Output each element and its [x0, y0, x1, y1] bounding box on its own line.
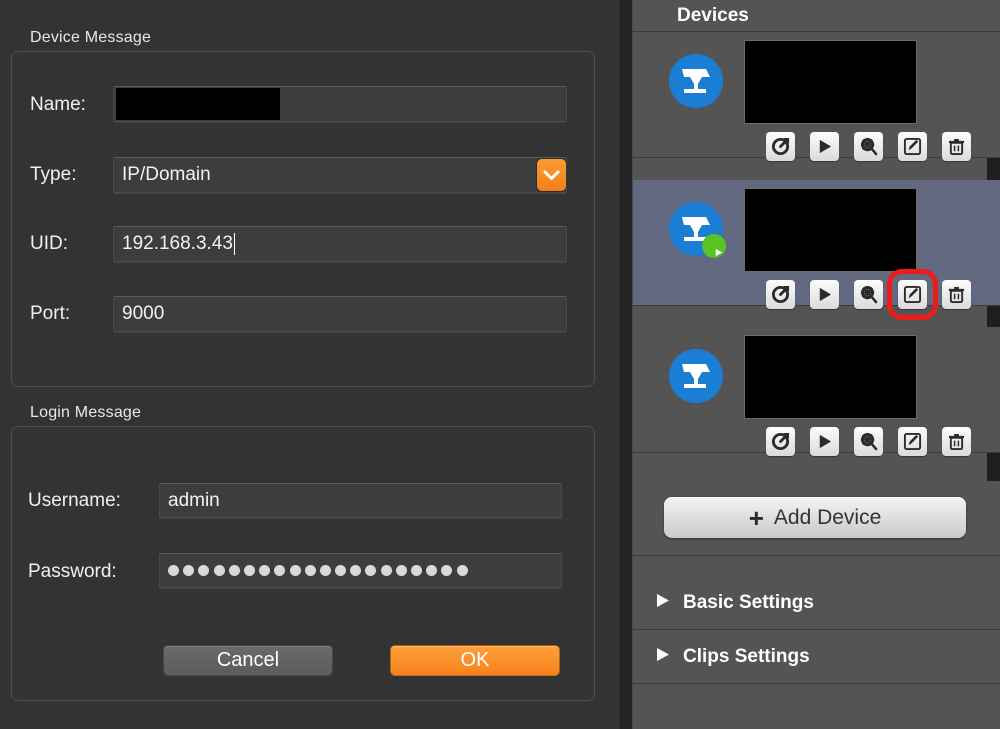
device-list-item[interactable] [633, 180, 1000, 320]
password-mask [168, 565, 468, 576]
camera-icon [669, 54, 723, 108]
port-label: Port: [30, 303, 71, 324]
plus-icon: + [748, 502, 764, 533]
device-action-bar [766, 132, 971, 161]
clips-settings-label: Clips Settings [683, 645, 810, 667]
add-device-button[interactable]: + Add Device [664, 497, 966, 538]
uid-input[interactable]: 192.168.3.43 [113, 226, 567, 262]
refresh-icon[interactable] [766, 280, 795, 309]
port-input[interactable]: 9000 [113, 296, 567, 332]
device-list-item[interactable] [633, 327, 1000, 456]
streaming-play-badge [702, 234, 726, 258]
cancel-button[interactable]: Cancel [163, 645, 333, 676]
device-name-redaction [744, 40, 917, 124]
ok-button[interactable]: OK [390, 645, 560, 676]
play-icon[interactable] [810, 132, 839, 161]
sidebar-item-basic-settings[interactable]: Basic Settings [633, 576, 1000, 630]
login-message-group-title: Login Message [30, 404, 142, 421]
edit-icon[interactable] [898, 132, 927, 161]
basic-settings-label: Basic Settings [683, 591, 814, 613]
settings-icon[interactable] [854, 280, 883, 309]
camera-icon [669, 349, 723, 403]
panel-title: Devices [677, 4, 749, 26]
type-label: Type: [30, 164, 77, 185]
edit-icon[interactable] [898, 427, 927, 456]
trash-icon[interactable] [942, 132, 971, 161]
password-label: Password: [28, 561, 117, 582]
device-name-redaction [744, 188, 917, 272]
trash-icon[interactable] [942, 427, 971, 456]
name-label: Name: [30, 94, 86, 115]
add-device-label: Add Device [773, 505, 882, 529]
edit-icon[interactable] [887, 269, 938, 320]
port-input-value: 9000 [122, 303, 165, 324]
text-caret [233, 233, 235, 255]
type-select-value: IP/Domain [122, 164, 211, 185]
username-input[interactable]: admin [159, 483, 562, 518]
play-icon[interactable] [810, 427, 839, 456]
play-icon[interactable] [810, 280, 839, 309]
device-action-bar [766, 427, 971, 456]
refresh-icon[interactable] [766, 132, 795, 161]
sidebar-item-clips-settings[interactable]: Clips Settings [633, 630, 1000, 684]
triangle-right-icon [656, 647, 670, 667]
triangle-right-icon [656, 593, 670, 613]
type-select[interactable]: IP/Domain [113, 157, 567, 193]
panel-divider [620, 0, 633, 729]
devices-panel: Devices + Add Device Basic Settings Clip… [633, 0, 1000, 729]
settings-icon[interactable] [854, 427, 883, 456]
name-redaction [116, 88, 280, 120]
device-settings-dialog: Device Message Name: Type: IP/Domain UID… [0, 0, 620, 729]
device-list-item[interactable] [633, 32, 1000, 161]
chevron-down-icon[interactable] [537, 159, 566, 191]
settings-icon[interactable] [854, 132, 883, 161]
username-input-value: admin [168, 489, 220, 511]
trash-icon[interactable] [942, 280, 971, 309]
camera-icon [669, 202, 726, 258]
device-action-bar [766, 269, 971, 320]
device-name-redaction [744, 335, 917, 419]
app-window: Device Message Name: Type: IP/Domain UID… [0, 0, 1000, 729]
device-message-group-title: Device Message [30, 29, 152, 46]
password-input[interactable] [159, 553, 562, 588]
add-device-row: + Add Device [633, 481, 1000, 556]
uid-label: UID: [30, 233, 68, 254]
refresh-icon[interactable] [766, 427, 795, 456]
username-label: Username: [28, 490, 121, 511]
devices-panel-header: Devices [633, 0, 1000, 32]
uid-input-value: 192.168.3.43 [122, 233, 233, 254]
